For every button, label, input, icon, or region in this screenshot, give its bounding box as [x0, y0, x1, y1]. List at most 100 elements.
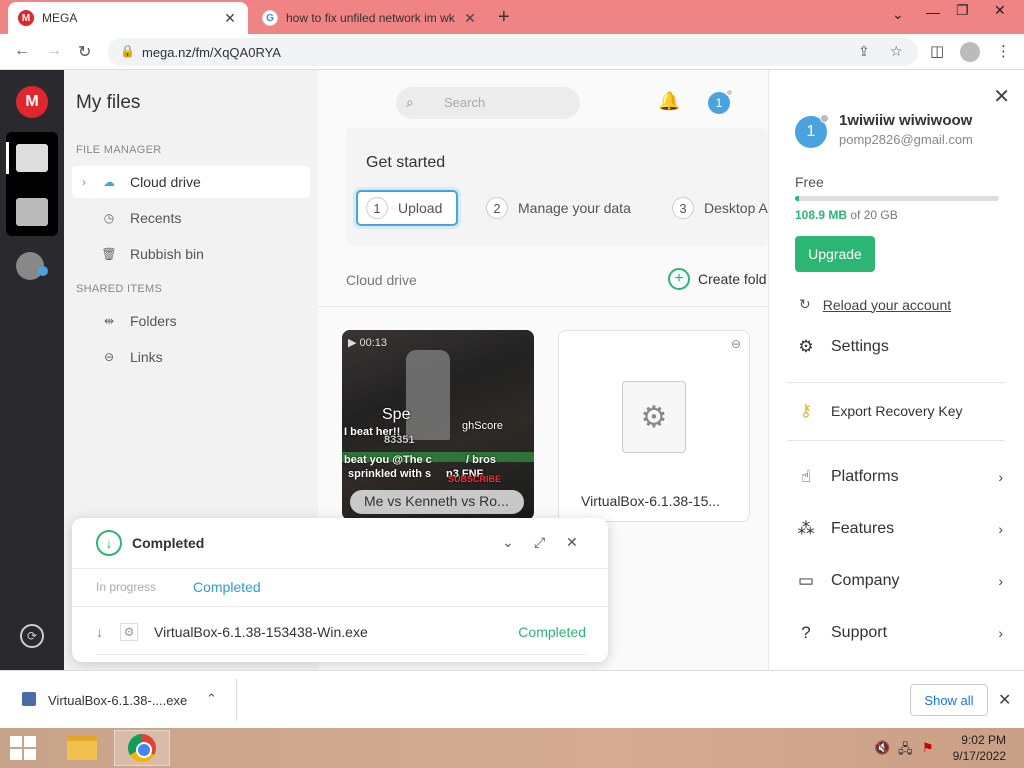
- transfer-row[interactable]: ↓ ⚙ VirtualBox-6.1.38-153438-Win.exe Com…: [96, 618, 586, 646]
- divider: [318, 306, 768, 307]
- sync-icon[interactable]: ⟳: [20, 624, 44, 648]
- show-all-button[interactable]: Show all: [910, 684, 988, 716]
- section-label-file-manager: FILE MANAGER: [76, 144, 162, 156]
- restore-icon[interactable]: ❐: [956, 2, 969, 19]
- reload-account-link[interactable]: ↻ Reload your account: [799, 296, 951, 313]
- forward-icon[interactable]: →: [46, 42, 62, 60]
- new-tab-icon[interactable]: +: [498, 6, 510, 29]
- omnibox[interactable]: 🔒 mega.nz/fm/XqQA0RYA ⇪ ☆: [108, 38, 918, 66]
- sidebar-item-cloud-drive[interactable]: › ☁ Cloud drive: [72, 166, 310, 198]
- expand-icon[interactable]: ⤢: [534, 534, 545, 551]
- url-text[interactable]: mega.nz/fm/XqQA0RYA: [142, 45, 281, 60]
- menu-item-company[interactable]: ▭ Company ›: [795, 566, 1003, 596]
- sidebar-item-rubbish-bin[interactable]: 🗑 Rubbish bin: [72, 238, 310, 270]
- system-clock[interactable]: 9:02 PM 9/17/2022: [946, 732, 1006, 764]
- menu-item-support[interactable]: ? Support ›: [795, 618, 1003, 648]
- chevron-right-icon: ›: [998, 521, 1003, 537]
- clock-time: 9:02 PM: [961, 733, 1006, 747]
- avatar[interactable]: 1: [795, 114, 829, 148]
- menu-item-platforms[interactable]: ☝ Platforms ›: [795, 462, 1003, 492]
- avatar-initial: 1: [806, 123, 816, 140]
- avatar[interactable]: 1: [708, 89, 733, 114]
- close-tab-icon[interactable]: ✕: [222, 10, 238, 27]
- divider: [787, 440, 1005, 441]
- network-icon[interactable]: 🖧: [898, 740, 913, 762]
- share-icon[interactable]: ⇪: [858, 43, 870, 60]
- step-upload[interactable]: 1 Upload: [356, 190, 458, 226]
- user-name: 1wiwiiw wiwiwoow: [839, 112, 973, 129]
- download-shelf: VirtualBox-6.1.38-....exe ⌃ Show all ✕: [0, 670, 1024, 728]
- get-started-panel: Get started 1 Upload 2 Manage your data …: [346, 128, 768, 246]
- step-manage-data[interactable]: 2 Manage your data: [486, 190, 631, 226]
- file-explorer-taskbar-button[interactable]: [54, 730, 110, 766]
- close-shelf-icon[interactable]: ✕: [998, 690, 1011, 710]
- video-file-card[interactable]: ▶ 00:13 Spe ghScore I beat her!! 83351 b…: [342, 330, 534, 520]
- reload-icon[interactable]: ↻: [78, 42, 91, 62]
- download-file-name[interactable]: VirtualBox-6.1.38-....exe: [48, 693, 187, 708]
- close-icon[interactable]: ✕: [993, 84, 1010, 109]
- refresh-icon: ↻: [799, 296, 811, 312]
- menu-item-features[interactable]: ⁂ Features ›: [795, 514, 1004, 544]
- sidebar-item-label: Cloud drive: [130, 174, 201, 190]
- help-icon: ?: [801, 623, 811, 642]
- link-icon[interactable]: ⊖: [731, 337, 741, 351]
- chevron-down-icon[interactable]: ⌄: [502, 534, 514, 551]
- chevron-up-icon[interactable]: ⌃: [206, 691, 217, 707]
- chevron-right-icon[interactable]: ›: [82, 175, 86, 189]
- lock-icon[interactable]: 🔒: [120, 44, 135, 58]
- get-started-title: Get started: [366, 154, 446, 171]
- cloud-drive-folder-icon[interactable]: [16, 144, 48, 172]
- close-icon[interactable]: ✕: [566, 534, 578, 551]
- sidebar-item-label: Rubbish bin: [130, 246, 204, 262]
- overlay-text: sprinkled with s: [348, 468, 432, 480]
- breadcrumb[interactable]: Cloud drive: [346, 272, 417, 288]
- bookmark-star-icon[interactable]: ☆: [890, 43, 903, 60]
- overlay-text: Spe: [382, 406, 411, 423]
- step-number: 3: [672, 197, 694, 219]
- chrome-taskbar-button[interactable]: [114, 730, 170, 766]
- settings-item[interactable]: ⚙ Settings: [795, 332, 1003, 362]
- exe-gear-icon: ⚙: [622, 381, 686, 453]
- virtualbox-file-icon: [22, 692, 36, 706]
- overlay-text: 83351: [384, 434, 415, 446]
- minimize-icon[interactable]: —: [926, 4, 940, 20]
- export-recovery-key-item[interactable]: ⚷ Export Recovery Key: [795, 396, 1003, 426]
- back-icon[interactable]: ←: [14, 42, 30, 60]
- tab-search-chevron-icon[interactable]: ⌄: [892, 6, 904, 23]
- divider: [72, 568, 608, 569]
- tab-completed[interactable]: Completed: [193, 579, 261, 595]
- clock-icon: ◷: [103, 211, 115, 225]
- mega-logo-icon[interactable]: M: [16, 86, 48, 118]
- menu-label: Platforms: [831, 468, 899, 485]
- exe-file-card[interactable]: ⊖ ⚙ VirtualBox-6.1.38-15...: [558, 330, 750, 522]
- tab-google-search[interactable]: G how to fix unfiled network im wk ✕: [252, 2, 488, 34]
- sidebar-item-label: Folders: [130, 313, 177, 329]
- sidebar-item-recents[interactable]: ◷ Recents: [72, 202, 310, 234]
- close-tab-icon[interactable]: ✕: [462, 10, 478, 27]
- download-complete-icon: ↓: [96, 530, 122, 556]
- search-input[interactable]: ⌕ Search: [396, 87, 580, 119]
- profile-avatar-icon[interactable]: [960, 42, 980, 62]
- chevron-right-icon: ›: [998, 625, 1003, 641]
- sidebar-item-label: Links: [130, 349, 163, 365]
- menu-label: Features: [831, 520, 895, 537]
- notifications-bell-icon[interactable]: 🔔: [658, 91, 680, 112]
- step-desktop-app[interactable]: 3 Desktop A: [672, 190, 768, 226]
- upgrade-button[interactable]: Upgrade: [795, 236, 875, 272]
- sidebar-item-links[interactable]: ⊖ Links: [72, 341, 310, 373]
- photos-icon[interactable]: [16, 198, 48, 226]
- action-center-icon[interactable]: ⚑: [922, 740, 934, 756]
- create-folder-button[interactable]: + Create fold: [668, 268, 766, 290]
- sidebar-item-folders[interactable]: ⇹ Folders: [72, 305, 310, 337]
- tab-in-progress[interactable]: In progress: [96, 580, 156, 594]
- browser-menu-icon[interactable]: ⋮: [996, 42, 1011, 60]
- volume-muted-icon[interactable]: 🔇: [874, 740, 890, 756]
- side-panel-icon[interactable]: ◫: [930, 42, 944, 60]
- chevron-right-icon: ›: [998, 469, 1003, 485]
- close-window-icon[interactable]: ✕: [994, 2, 1006, 19]
- step-label: Desktop A: [704, 200, 768, 216]
- windows-start-icon[interactable]: [10, 736, 36, 760]
- menu-label: Company: [831, 572, 900, 589]
- briefcase-icon: ▭: [797, 571, 815, 590]
- tab-mega[interactable]: M MEGA ✕: [8, 2, 248, 34]
